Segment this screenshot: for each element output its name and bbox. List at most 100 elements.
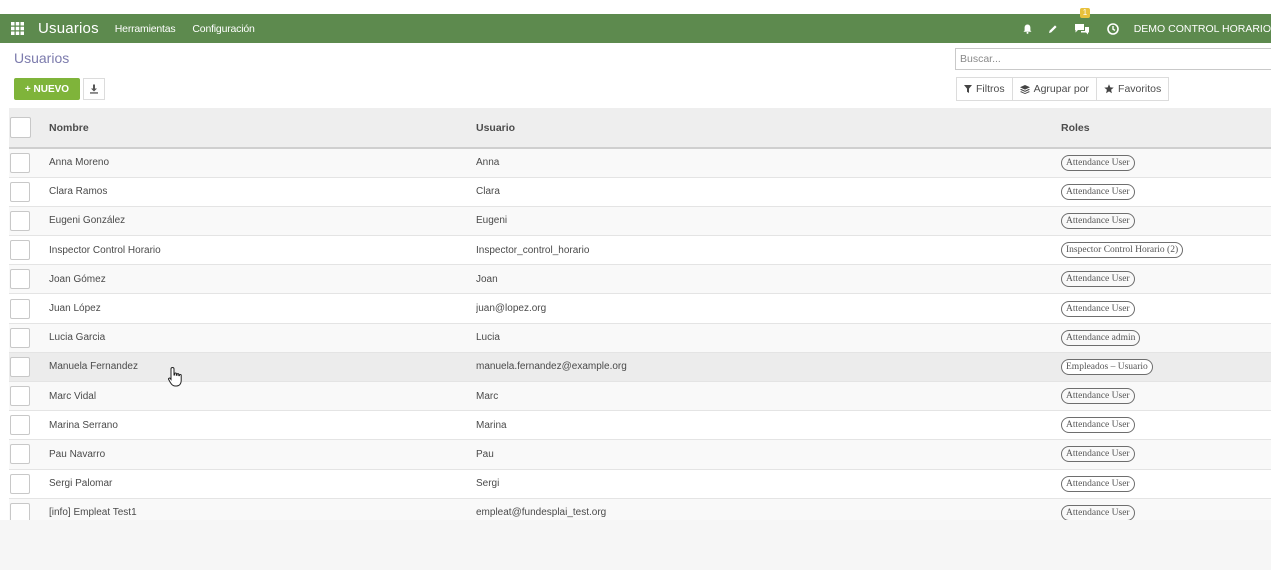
row-checkbox[interactable]: [10, 386, 30, 407]
new-button[interactable]: + NUEVO: [14, 78, 80, 100]
bell-icon[interactable]: [1020, 14, 1036, 43]
cell-roles[interactable]: Attendance User: [1061, 148, 1271, 177]
layers-icon: [1019, 84, 1030, 94]
cell-roles[interactable]: Attendance User: [1061, 469, 1271, 498]
apps-menu-icon[interactable]: [6, 14, 28, 43]
cell-roles[interactable]: Attendance User: [1061, 206, 1271, 235]
cell-nombre[interactable]: Eugeni González: [39, 206, 476, 235]
top-navbar: Usuarios Herramientas Configuración 1 DE…: [0, 8, 1271, 43]
cell-usuario[interactable]: Sergi: [476, 469, 1061, 498]
app-brand[interactable]: Usuarios: [38, 20, 99, 37]
cell-usuario[interactable]: Anna: [476, 148, 1061, 177]
row-checkbox[interactable]: [10, 327, 30, 348]
cell-roles[interactable]: Attendance User: [1061, 177, 1271, 206]
column-header-usuario[interactable]: Usuario: [476, 108, 1061, 148]
column-header-nombre[interactable]: Nombre: [39, 108, 476, 148]
cell-roles[interactable]: Attendance admin: [1061, 323, 1271, 352]
cell-nombre[interactable]: Sergi Palomar: [39, 469, 476, 498]
role-badge: Attendance User: [1061, 417, 1135, 434]
menu-herramientas[interactable]: Herramientas: [115, 23, 176, 35]
cell-roles[interactable]: Attendance User: [1061, 382, 1271, 411]
row-checkbox[interactable]: [10, 181, 30, 202]
cell-usuario[interactable]: Pau: [476, 440, 1061, 469]
row-checkbox[interactable]: [10, 269, 30, 290]
cell-roles[interactable]: Empleados – Usuario: [1061, 352, 1271, 381]
table-row[interactable]: Clara Ramos Clara Attendance User: [9, 177, 1271, 207]
select-all-checkbox[interactable]: [10, 117, 31, 138]
navbar-systray: 1 DEMO CONTROL HORARIO: [1020, 8, 1271, 43]
group-by-button[interactable]: Agrupar por: [1012, 77, 1098, 101]
cell-roles[interactable]: Attendance User: [1061, 265, 1271, 294]
table-row[interactable]: Sergi Palomar Sergi Attendance User: [9, 469, 1271, 499]
cell-nombre[interactable]: Juan López: [39, 294, 476, 323]
cell-usuario[interactable]: Marc: [476, 382, 1061, 411]
cell-nombre[interactable]: Pau Navarro: [39, 440, 476, 469]
row-select-cell: [9, 323, 39, 352]
row-checkbox[interactable]: [10, 240, 30, 261]
row-checkbox[interactable]: [10, 444, 30, 465]
cell-nombre[interactable]: Marc Vidal: [39, 382, 476, 411]
row-checkbox[interactable]: [10, 415, 30, 436]
table-row[interactable]: Lucia Garcia Lucia Attendance admin: [9, 323, 1271, 353]
clock-icon[interactable]: [1104, 14, 1122, 43]
cell-nombre[interactable]: Manuela Fernandez: [39, 352, 476, 381]
table-row[interactable]: Eugeni González Eugeni Attendance User: [9, 206, 1271, 236]
page-title: Usuarios: [14, 50, 70, 66]
cell-usuario[interactable]: Joan: [476, 265, 1061, 294]
cell-roles[interactable]: Attendance User: [1061, 411, 1271, 440]
cell-nombre[interactable]: Marina Serrano: [39, 411, 476, 440]
filters-button[interactable]: Filtros: [956, 77, 1013, 101]
cell-nombre[interactable]: Lucia Garcia: [39, 323, 476, 352]
cell-nombre[interactable]: Anna Moreno: [39, 148, 476, 177]
empty-area: [0, 520, 1271, 570]
role-badge: Inspector Control Horario (2): [1061, 242, 1184, 259]
download-icon[interactable]: [83, 78, 105, 100]
cell-usuario[interactable]: Clara: [476, 177, 1061, 206]
filters-label: Filtros: [976, 83, 1005, 95]
table-body: Anna Moreno Anna Attendance User Clara Ramo…: [9, 148, 1271, 528]
chat-icon[interactable]: 1: [1068, 8, 1096, 43]
row-select-cell: [9, 265, 39, 294]
cell-usuario[interactable]: Lucia: [476, 323, 1061, 352]
cell-nombre[interactable]: Joan Gómez: [39, 265, 476, 294]
table-row[interactable]: Anna Moreno Anna Attendance User: [9, 148, 1271, 178]
row-select-cell: [9, 177, 39, 206]
table-row[interactable]: Inspector Control Horario Inspector_contr…: [9, 235, 1271, 265]
row-checkbox[interactable]: [10, 473, 30, 494]
pencil-icon[interactable]: [1042, 14, 1064, 43]
cell-roles[interactable]: Attendance User: [1061, 294, 1271, 323]
company-switcher[interactable]: DEMO CONTROL HORARIO: [1134, 23, 1271, 35]
cell-usuario[interactable]: Inspector_control_horario: [476, 236, 1061, 265]
row-select-cell: [9, 206, 39, 235]
cell-usuario[interactable]: juan@lopez.org: [476, 294, 1061, 323]
table-row[interactable]: Joan Gómez Joan Attendance User: [9, 264, 1271, 294]
role-badge: Attendance User: [1061, 212, 1135, 229]
row-select-cell: [9, 148, 39, 177]
row-checkbox[interactable]: [10, 210, 30, 231]
table-row[interactable]: Juan López juan@lopez.org Attendance User: [9, 293, 1271, 324]
table-row[interactable]: Pau Navarro Pau Attendance User: [9, 439, 1271, 470]
menu-configuracion[interactable]: Configuración: [192, 23, 254, 35]
role-badge: Empleados – Usuario: [1061, 358, 1153, 375]
favorites-button[interactable]: Favoritos: [1097, 77, 1170, 101]
cell-nombre[interactable]: Clara Ramos: [39, 177, 476, 206]
row-checkbox[interactable]: [10, 152, 30, 173]
cell-roles[interactable]: Inspector Control Horario (2): [1061, 236, 1271, 265]
role-badge: Attendance User: [1061, 183, 1135, 200]
cell-usuario[interactable]: manuela.fernandez@example.org: [476, 352, 1061, 381]
row-select-cell: [9, 294, 39, 323]
cell-usuario[interactable]: Eugeni: [476, 206, 1061, 235]
role-badge: Attendance User: [1061, 388, 1135, 405]
table-row[interactable]: Marc Vidal Marc Attendance User: [9, 381, 1271, 411]
cell-usuario[interactable]: Marina: [476, 411, 1061, 440]
star-icon: [1104, 84, 1114, 94]
table-row[interactable]: Manuela Fernandez manuela.fernandez@examp…: [9, 352, 1271, 382]
row-checkbox[interactable]: [10, 298, 30, 319]
search-input[interactable]: Buscar...: [955, 48, 1271, 70]
cell-roles[interactable]: Attendance User: [1061, 440, 1271, 469]
cell-nombre[interactable]: Inspector Control Horario: [39, 236, 476, 265]
row-checkbox[interactable]: [10, 356, 30, 377]
column-header-roles[interactable]: Roles: [1061, 108, 1271, 148]
table-header-row: Nombre Usuario Roles: [9, 108, 1271, 148]
table-row[interactable]: Marina Serrano Marina Attendance User: [9, 410, 1271, 440]
